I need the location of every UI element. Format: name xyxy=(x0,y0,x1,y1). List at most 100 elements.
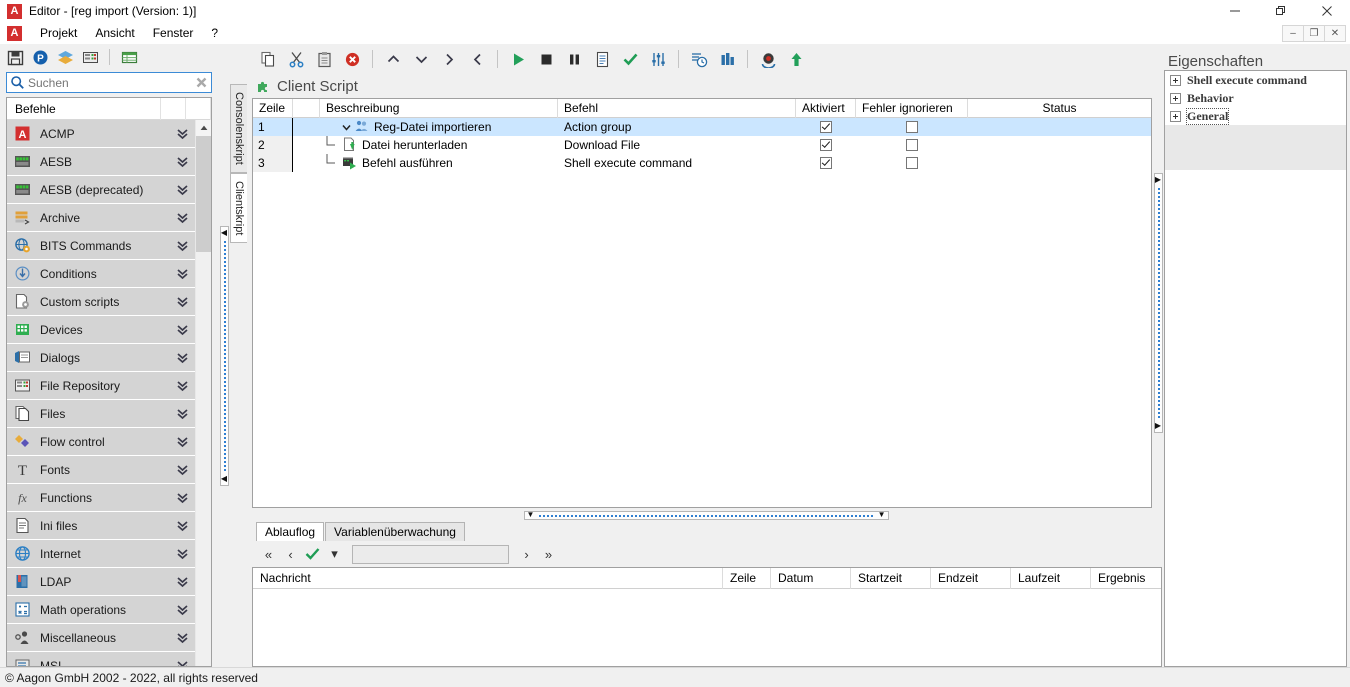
delete-icon[interactable] xyxy=(342,49,362,69)
menu-item-ansicht[interactable]: Ansicht xyxy=(86,24,143,42)
ignore-errors-checkbox[interactable] xyxy=(906,121,918,133)
chevron-double-down-icon[interactable] xyxy=(175,490,191,505)
chevron-double-down-icon[interactable] xyxy=(175,406,191,421)
search-input[interactable] xyxy=(26,76,194,90)
statistics-icon[interactable] xyxy=(717,49,737,69)
ignore-errors-checkbox[interactable] xyxy=(906,139,918,151)
chevron-double-down-icon[interactable] xyxy=(175,574,191,589)
chevron-double-down-icon[interactable] xyxy=(175,210,191,225)
log-column-laufzeit[interactable]: Laufzeit xyxy=(1011,568,1091,589)
column-header-aktiviert[interactable]: Aktiviert xyxy=(796,99,856,118)
horizontal-splitter-bar[interactable]: ▼ ▼ xyxy=(524,511,889,520)
menu-item-fenster[interactable]: Fenster xyxy=(144,24,203,42)
nav-last-button[interactable]: » xyxy=(540,545,557,563)
command-category-item[interactable]: Ini files xyxy=(7,512,195,540)
row-ignore-errors-cell[interactable] xyxy=(856,118,968,136)
search-box[interactable] xyxy=(6,72,212,93)
nav-prev-button[interactable]: ‹ xyxy=(282,545,299,563)
chevron-double-down-icon[interactable] xyxy=(175,350,191,365)
save-icon[interactable] xyxy=(6,48,24,66)
expand-plus-icon[interactable] xyxy=(1170,93,1181,104)
log-column-datum[interactable]: Datum xyxy=(771,568,851,589)
command-category-item[interactable]: Conditions xyxy=(7,260,195,288)
chevron-double-down-icon[interactable] xyxy=(175,434,191,449)
commands-scrollbar[interactable] xyxy=(195,120,211,666)
collapse-right-icon[interactable]: ▶ xyxy=(1155,176,1161,184)
nav-next-button[interactable]: › xyxy=(518,545,535,563)
package-icon[interactable]: P xyxy=(31,48,49,66)
table-small-icon[interactable] xyxy=(81,48,99,66)
chevron-double-down-icon[interactable] xyxy=(175,126,191,141)
command-category-item[interactable]: Archive xyxy=(7,204,195,232)
history-icon[interactable] xyxy=(689,49,709,69)
chevron-double-down-icon[interactable] xyxy=(175,518,191,533)
script-row[interactable]: 1Reg-Datei importierenAction group xyxy=(253,118,1151,136)
command-category-item[interactable]: Flow control xyxy=(7,428,195,456)
clear-icon[interactable] xyxy=(194,76,208,90)
command-category-item[interactable]: LDAP xyxy=(7,568,195,596)
row-description-cell[interactable]: Befehl ausführen xyxy=(320,154,558,172)
log-filter-input[interactable] xyxy=(352,545,509,564)
mdi-restore-icon[interactable]: ❐ xyxy=(1303,25,1325,42)
run-icon[interactable] xyxy=(508,49,528,69)
command-category-item[interactable]: File Repository xyxy=(7,372,195,400)
scrollbar-track[interactable] xyxy=(196,252,211,666)
enabled-checkbox[interactable] xyxy=(820,121,832,133)
tab-clientskript[interactable]: Clientskript xyxy=(230,173,247,243)
chevron-double-down-icon[interactable] xyxy=(175,154,191,169)
restore-icon[interactable] xyxy=(1258,0,1304,22)
script-row[interactable]: 3Befehl ausführenShell execute command xyxy=(253,154,1151,172)
commands-list[interactable]: AACMPAESBAESB (deprecated)ArchiveBITS Co… xyxy=(7,120,195,666)
chevron-double-down-icon[interactable] xyxy=(175,266,191,281)
column-header-beschreibung[interactable]: Beschreibung xyxy=(320,99,558,118)
chevron-double-down-icon[interactable] xyxy=(175,322,191,337)
copy-icon[interactable] xyxy=(258,49,278,69)
column-header-fehler-ignorieren[interactable]: Fehler ignorieren xyxy=(856,99,968,118)
tab-ablauflog[interactable]: Ablauflog xyxy=(256,522,324,541)
row-ignore-errors-cell[interactable] xyxy=(856,154,968,172)
command-category-item[interactable]: Internet xyxy=(7,540,195,568)
settings-sliders-icon[interactable] xyxy=(648,49,668,69)
command-category-item[interactable]: Math operations xyxy=(7,596,195,624)
record-icon[interactable] xyxy=(758,49,778,69)
left-splitter[interactable]: ◀ ◀ xyxy=(218,44,230,667)
chevron-double-down-icon[interactable] xyxy=(175,546,191,561)
row-description-cell[interactable]: Datei herunterladen xyxy=(320,136,558,154)
log-column-endzeit[interactable]: Endzeit xyxy=(931,568,1011,589)
grid-icon[interactable] xyxy=(120,48,138,66)
collapse-down-icon-right[interactable]: ▼ xyxy=(878,511,886,519)
check-filter-icon[interactable] xyxy=(304,545,321,563)
pause-icon[interactable] xyxy=(564,49,584,69)
command-category-item[interactable]: Files xyxy=(7,400,195,428)
command-category-item[interactable]: Devices xyxy=(7,316,195,344)
validate-icon[interactable] xyxy=(620,49,640,69)
layers-icon[interactable] xyxy=(56,48,74,66)
command-category-item[interactable]: TFonts xyxy=(7,456,195,484)
property-group-row[interactable]: General xyxy=(1165,107,1346,125)
scroll-up-icon[interactable] xyxy=(196,120,211,136)
row-ignore-errors-cell[interactable] xyxy=(856,136,968,154)
stop-icon[interactable] xyxy=(536,49,556,69)
indent-right-icon[interactable] xyxy=(439,49,459,69)
command-category-item[interactable]: AACMP xyxy=(7,120,195,148)
row-enabled-cell[interactable] xyxy=(796,118,856,136)
row-enabled-cell[interactable] xyxy=(796,154,856,172)
chevron-double-down-icon[interactable] xyxy=(175,182,191,197)
log-grid-body[interactable] xyxy=(253,589,1161,666)
column-header-zeile[interactable]: Zeile xyxy=(253,99,293,118)
command-category-item[interactable]: AESB (deprecated) xyxy=(7,176,195,204)
log-column-startzeit[interactable]: Startzeit xyxy=(851,568,931,589)
property-group-row[interactable]: Behavior xyxy=(1165,89,1346,107)
property-group-row[interactable]: Shell execute command xyxy=(1165,71,1346,89)
column-header-status[interactable]: Status xyxy=(968,99,1151,118)
move-down-icon[interactable] xyxy=(411,49,431,69)
chevron-double-down-icon[interactable] xyxy=(175,294,191,309)
nav-first-button[interactable]: « xyxy=(260,545,277,563)
enabled-checkbox[interactable] xyxy=(820,157,832,169)
command-category-item[interactable]: MSI xyxy=(7,652,195,666)
column-header-befehl[interactable]: Befehl xyxy=(558,99,796,118)
script-row[interactable]: 2Datei herunterladenDownload File xyxy=(253,136,1151,154)
command-category-item[interactable]: AESB xyxy=(7,148,195,176)
tab-variablenueberwachung[interactable]: Variablenüberwachung xyxy=(325,522,465,541)
collapse-left-icon-bottom[interactable]: ◀ xyxy=(221,475,227,483)
